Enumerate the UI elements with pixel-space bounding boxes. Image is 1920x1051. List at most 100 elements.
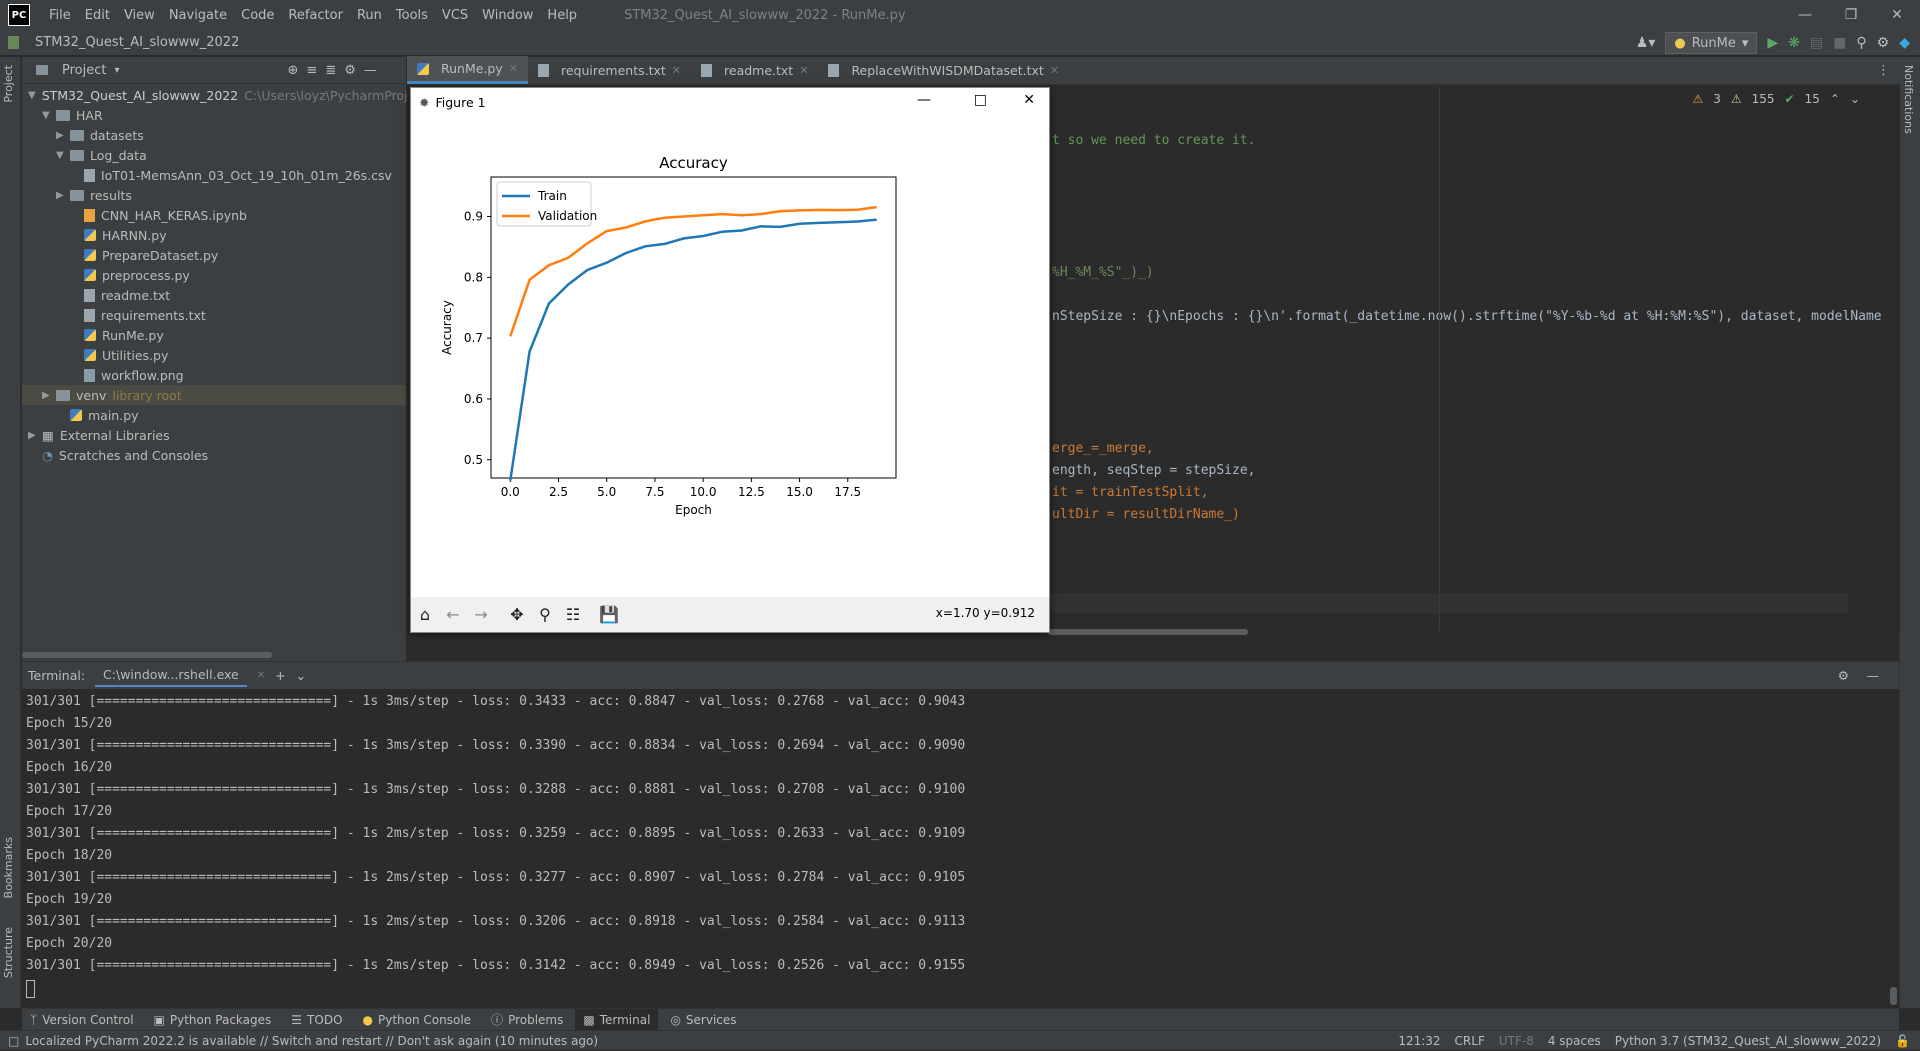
tab-requirements[interactable]: requirements.txt ✕ (528, 56, 691, 84)
hide-icon[interactable]: — (364, 63, 377, 78)
menu-edit[interactable]: Edit (78, 8, 117, 23)
figure-window[interactable]: ✹ Figure 1 — □ ✕ Accuracy Epoch Accuracy 0.… (410, 87, 1050, 633)
home-icon[interactable]: ⌂ (411, 601, 439, 629)
figure-canvas[interactable]: Accuracy Epoch Accuracy 0.0 2.5 5.0 7.5 10.0 12.… (411, 116, 1049, 599)
file-encoding[interactable]: UTF-8 (1499, 1034, 1534, 1048)
menu-vcs[interactable]: VCS (435, 8, 475, 23)
line-separator[interactable]: CRLF (1455, 1034, 1485, 1048)
configure-subplots-icon[interactable]: ☷ (559, 601, 587, 629)
save-icon[interactable]: 💾 (595, 601, 623, 629)
tab-python-console[interactable]: ● Python Console (355, 1009, 480, 1031)
tree-item-log-data[interactable]: ▼ Log_data (22, 145, 406, 165)
more-tabs-icon[interactable]: ⋮ (1867, 56, 1900, 84)
terminal-scrollbar[interactable] (1890, 987, 1897, 1005)
terminal-tab[interactable]: C:\window...rshell.exe (95, 664, 247, 687)
expand-all-icon[interactable]: ≡ (306, 63, 317, 78)
hide-icon[interactable]: — (1867, 668, 1880, 683)
tab-replace-wisdm[interactable]: ReplaceWithWISDMDataset.txt ✕ (818, 56, 1069, 84)
caret-position[interactable]: 121:32 (1398, 1034, 1440, 1048)
close-icon[interactable]: ✕ (799, 64, 808, 77)
lock-icon[interactable]: 🔓 (1895, 1034, 1910, 1048)
stop-icon[interactable]: ■ (1833, 35, 1846, 51)
tree-item-runme[interactable]: RunMe.py (22, 325, 406, 345)
tree-item-harnn[interactable]: HARNN.py (22, 225, 406, 245)
chevron-down-icon[interactable]: ⌄ (1850, 92, 1860, 106)
event-log-icon[interactable]: □ (8, 1034, 19, 1048)
tree-item-scratches[interactable]: ◔ Scratches and Consoles (22, 445, 406, 465)
minimize-icon[interactable]: — (1782, 0, 1828, 30)
tab-readme[interactable]: readme.txt ✕ (691, 56, 818, 84)
tree-item-external-libraries[interactable]: ▶ ▦ External Libraries (22, 425, 406, 445)
gear-icon[interactable]: ⚙ (344, 63, 356, 78)
maximize-icon[interactable]: □ (974, 92, 987, 108)
inspection-widget[interactable]: ⚠ 3 ⚠ 155 ✔ 15 ⌃ ⌄ (1692, 92, 1860, 106)
tree-item-datasets[interactable]: ▶ datasets (22, 125, 406, 145)
locate-icon[interactable]: ⊕ (288, 63, 299, 78)
project-tool-button[interactable]: Project (2, 65, 15, 103)
gear-icon[interactable]: ⚙ (1877, 35, 1890, 51)
gear-icon[interactable]: ⚙ (1838, 668, 1849, 683)
tree-item-requirements[interactable]: requirements.txt (22, 305, 406, 325)
tab-runme[interactable]: RunMe.py ✕ (407, 56, 528, 84)
forward-icon[interactable]: → (467, 601, 495, 629)
collapse-all-icon[interactable]: ≣ (325, 63, 336, 78)
tree-item-har[interactable]: ▼ HAR (22, 105, 406, 125)
tab-terminal[interactable]: ▩ Terminal (575, 1008, 659, 1031)
search-icon[interactable]: ⚲ (1856, 35, 1866, 51)
run-config-selector[interactable]: ● RunMe ▾ (1665, 32, 1758, 54)
user-icon[interactable]: ♟▾ (1636, 35, 1656, 51)
tree-item-notebook[interactable]: CNN_HAR_KERAS.ipynb (22, 205, 406, 225)
chevron-down-icon[interactable]: ⌄ (296, 668, 306, 683)
menu-window[interactable]: Window (475, 8, 540, 23)
close-icon[interactable]: ✕ (257, 670, 265, 681)
menu-file[interactable]: File (42, 8, 78, 23)
close-icon[interactable]: ✕ (1874, 0, 1920, 30)
menu-run[interactable]: Run (350, 8, 389, 23)
menu-navigate[interactable]: Navigate (162, 8, 234, 23)
editor-horizontal-scrollbar[interactable] (1048, 629, 1248, 635)
tab-services[interactable]: ◎ Services (662, 1009, 744, 1031)
minimize-icon[interactable]: — (917, 92, 931, 108)
back-icon[interactable]: ← (439, 601, 467, 629)
close-icon[interactable]: ✕ (1050, 64, 1059, 77)
notifications-tool-button[interactable]: Notifications (1902, 65, 1915, 134)
python-interpreter[interactable]: Python 3.7 (STM32_Quest_AI_slowww_2022) (1615, 1034, 1881, 1048)
menu-tools[interactable]: Tools (389, 8, 435, 23)
tree-item-main[interactable]: main.py (22, 405, 406, 425)
tab-version-control[interactable]: ᛉ Version Control (22, 1009, 142, 1031)
tree-item-preprocess[interactable]: preprocess.py (22, 265, 406, 285)
menu-view[interactable]: View (117, 8, 162, 23)
tab-todo[interactable]: ☰ TODO (283, 1009, 350, 1031)
bookmarks-tool-button[interactable]: Bookmarks (2, 837, 15, 898)
terminal-cursor[interactable] (26, 980, 35, 998)
run-icon[interactable]: ▶ (1767, 35, 1778, 51)
tree-item-project-root[interactable]: ▼ STM32_Quest_AI_slowww_2022 C:\Users\loyz… (22, 85, 408, 105)
breadcrumb[interactable]: STM32_Quest_AI_slowww_2022 (25, 35, 239, 50)
tree-item-preparedataset[interactable]: PrepareDataset.py (22, 245, 406, 265)
tree-item-results[interactable]: ▶ results (22, 185, 406, 205)
tab-python-packages[interactable]: ▣ Python Packages (146, 1009, 280, 1031)
tree-item-workflow[interactable]: workflow.png (22, 365, 406, 385)
chevron-up-icon[interactable]: ⌃ (1830, 92, 1840, 106)
project-panel-title[interactable]: Project (62, 63, 106, 78)
close-icon[interactable]: ✕ (509, 62, 518, 75)
toolbox-icon[interactable]: ◆ (1899, 35, 1910, 51)
tree-item-csv[interactable]: IoT01-MemsAnn_03_Oct_19_10h_01m_26s.csv (22, 165, 406, 185)
menu-code[interactable]: Code (234, 8, 281, 23)
close-icon[interactable]: ✕ (672, 64, 681, 77)
close-icon[interactable]: ✕ (1023, 92, 1035, 108)
horizontal-scrollbar[interactable] (22, 652, 272, 658)
tab-problems[interactable]: ⓘ Problems (483, 1009, 571, 1031)
tree-item-venv[interactable]: ▶ venv library root (22, 385, 406, 405)
indent-setting[interactable]: 4 spaces (1548, 1034, 1601, 1048)
add-icon[interactable]: + (275, 668, 285, 683)
restore-icon[interactable]: ❐ (1828, 0, 1874, 30)
chevron-down-icon[interactable]: ▾ (114, 65, 119, 76)
tree-item-readme[interactable]: readme.txt (22, 285, 406, 305)
tree-item-utilities[interactable]: Utilities.py (22, 345, 406, 365)
status-message[interactable]: Localized PyCharm 2022.2 is available //… (25, 1034, 598, 1048)
structure-tool-button[interactable]: Structure (2, 927, 15, 978)
menu-refactor[interactable]: Refactor (281, 8, 350, 23)
menu-help[interactable]: Help (540, 8, 584, 23)
debug-icon[interactable]: ❋ (1788, 35, 1800, 51)
